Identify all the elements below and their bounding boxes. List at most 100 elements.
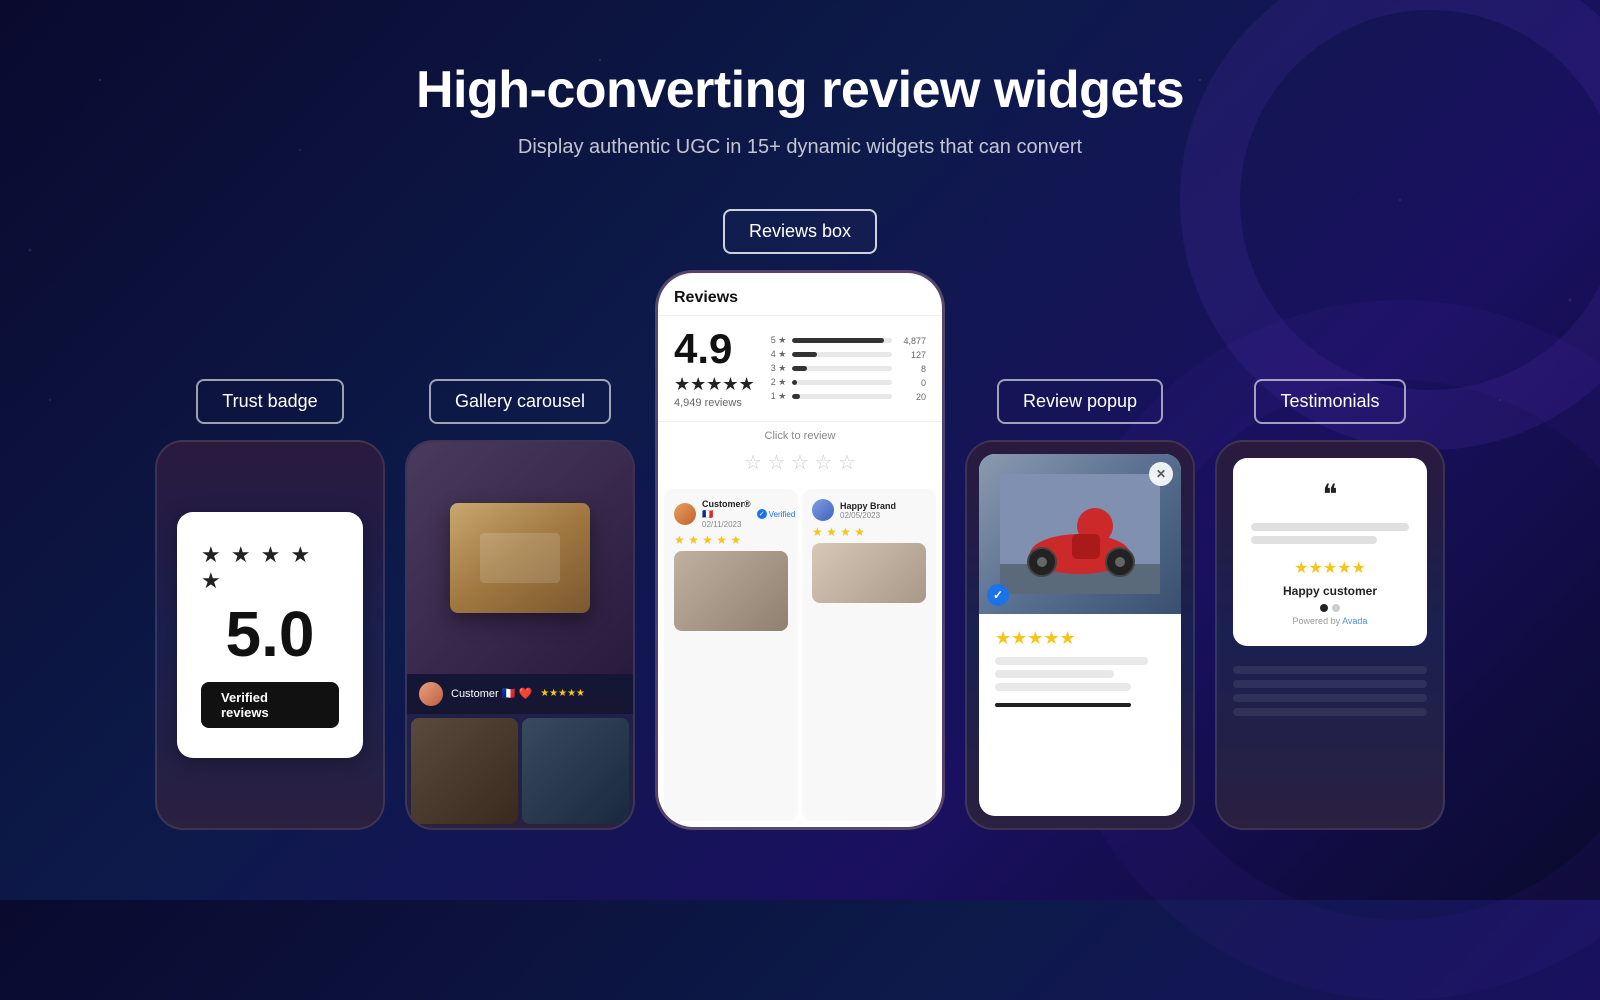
bg-line-1 — [1233, 666, 1427, 674]
testimonials-label[interactable]: Testimonials — [1254, 379, 1405, 424]
bar-num-1: 20 — [898, 392, 926, 402]
review-popup-label[interactable]: Review popup — [997, 379, 1163, 424]
testimonial-card: ❝ ★★★★★ Happy customer Powered by Ava — [1233, 458, 1427, 646]
reviews-stars-big: ★★★★★ — [674, 374, 755, 395]
reviews-header: Reviews — [658, 273, 942, 316]
bar-label-4: 4 ★ — [771, 349, 787, 360]
test-line-1 — [1251, 523, 1409, 531]
review-popup-phone: ✕ ✓ ★★★★★ — [965, 440, 1195, 830]
popup-line-1 — [995, 657, 1148, 665]
widget-testimonials: Testimonials ❝ ★★★★★ Happy customer — [1215, 379, 1445, 830]
bg-line-4 — [1233, 708, 1427, 716]
review-card-1: Customer® 🇫🇷 02/11/2023 Verified ★ ★ ★ ★… — [664, 489, 798, 821]
popup-card: ✕ ✓ ★★★★★ — [979, 454, 1181, 816]
gallery-bottom-bar: Customer 🇫🇷 ❤️ ★★★★★ — [407, 674, 633, 714]
reviews-list: Customer® 🇫🇷 02/11/2023 Verified ★ ★ ★ ★… — [658, 483, 942, 827]
bar-label-3: 3 ★ — [771, 363, 787, 374]
test-customer-name: Happy customer — [1251, 584, 1409, 598]
reviewer-date-2: 02/05/2023 — [840, 511, 896, 520]
box-label — [480, 533, 560, 583]
widgets-row: Trust badge ★ ★ ★ ★ ★ 5.0 Verified revie… — [0, 209, 1600, 830]
widget-gallery-carousel: Gallery carousel Customer 🇫🇷 ❤️ ★★★★★ — [405, 379, 635, 830]
verified-check-1: Verified — [757, 509, 796, 519]
bar-num-2: 0 — [898, 378, 926, 388]
test-dot-2 — [1332, 604, 1340, 612]
trust-stars: ★ ★ ★ ★ ★ — [201, 542, 339, 594]
gallery-thumbnails — [407, 714, 633, 828]
bar-fill-3 — [792, 366, 807, 371]
widget-trust-badge: Trust badge ★ ★ ★ ★ ★ 5.0 Verified revie… — [155, 379, 385, 830]
test-dot-1 — [1320, 604, 1328, 612]
bar-row-1: 1 ★ 20 — [771, 391, 926, 402]
trust-card: ★ ★ ★ ★ ★ 5.0 Verified reviews — [177, 512, 363, 758]
testimonials-phone: ❝ ★★★★★ Happy customer Powered by Ava — [1215, 440, 1445, 830]
gallery-main-image — [407, 442, 633, 674]
card-stars-1: ★ ★ ★ ★ ★ — [674, 533, 788, 547]
reviews-score-big: 4.9 — [674, 328, 755, 370]
review-card-2: Happy Brand 02/05/2023 ★ ★ ★ ★ — [802, 489, 936, 821]
test-dots — [1251, 604, 1409, 612]
bar-row-5: 5 ★ 4,877 — [771, 335, 926, 346]
bg-line-3 — [1233, 694, 1427, 702]
bar-fill-2 — [792, 380, 797, 385]
bar-label-2: 2 ★ — [771, 377, 787, 388]
reviews-box-content: Reviews 4.9 ★★★★★ 4,949 reviews 5 ★ — [658, 273, 942, 827]
page-subtitle: Display authentic UGC in 15+ dynamic wid… — [416, 136, 1184, 159]
trust-badge-phone: ★ ★ ★ ★ ★ 5.0 Verified reviews — [155, 440, 385, 830]
reviews-bars: 5 ★ 4,877 4 ★ 127 — [771, 328, 926, 409]
test-text-lines — [1251, 523, 1409, 544]
bar-label-5: 5 ★ — [771, 335, 787, 346]
testimonials-content: ❝ ★★★★★ Happy customer Powered by Ava — [1217, 442, 1443, 828]
reviewer-avatar-2 — [812, 499, 834, 521]
trust-badge-label[interactable]: Trust badge — [196, 379, 343, 424]
gallery-stars: ★★★★★ — [540, 688, 585, 699]
test-stars: ★★★★★ — [1251, 558, 1409, 578]
reviews-box-phone: Reviews 4.9 ★★★★★ 4,949 reviews 5 ★ — [655, 270, 945, 830]
widget-reviews-box: Reviews box Reviews 4.9 ★★★★★ 4,949 revi… — [655, 209, 945, 830]
moto-svg — [1000, 474, 1160, 594]
trust-score: 5.0 — [226, 602, 315, 666]
bar-row-3: 3 ★ 8 — [771, 363, 926, 374]
bg-line-2 — [1233, 680, 1427, 688]
popup-close-btn[interactable]: ✕ — [1149, 462, 1173, 486]
popup-line-3 — [995, 683, 1131, 691]
gallery-carousel-label[interactable]: Gallery carousel — [429, 379, 611, 424]
page-header: High-converting review widgets Display a… — [416, 60, 1184, 159]
box-image — [450, 503, 590, 613]
gallery-reviewer-name: Customer 🇫🇷 ❤️ — [451, 687, 532, 700]
popup-lines — [995, 657, 1165, 691]
popup-stars: ★★★★★ — [995, 628, 1165, 649]
bar-row-4: 4 ★ 127 — [771, 349, 926, 360]
widget-review-popup: Review popup — [965, 379, 1195, 830]
test-line-2 — [1251, 536, 1377, 544]
bar-num-4: 127 — [898, 350, 926, 360]
reviews-count: 4,949 reviews — [674, 397, 755, 409]
reviews-box-label[interactable]: Reviews box — [723, 209, 877, 254]
popup-line-2 — [995, 670, 1114, 678]
click-to-review[interactable]: Click to review — [658, 422, 942, 450]
bar-fill-5 — [792, 338, 884, 343]
powered-by: Powered by Avada — [1251, 616, 1409, 626]
popup-body: ★★★★★ — [979, 614, 1181, 816]
page-title: High-converting review widgets — [416, 60, 1184, 120]
empty-stars: ☆ ☆ ☆ ☆ ☆ — [658, 450, 942, 483]
review-photo-1 — [674, 551, 788, 631]
reviews-summary: 4.9 ★★★★★ 4,949 reviews 5 ★ 4,877 — [658, 316, 942, 422]
quote-icon: ❝ — [1251, 478, 1409, 511]
bar-fill-1 — [792, 394, 800, 399]
bar-row-2: 2 ★ 0 — [771, 377, 926, 388]
card-stars-2: ★ ★ ★ ★ — [812, 525, 926, 539]
gallery-reviewer-avatar — [419, 682, 443, 706]
gallery-thumb-1 — [411, 718, 518, 824]
gallery-carousel-phone: Customer 🇫🇷 ❤️ ★★★★★ — [405, 440, 635, 830]
review-popup-content: ✕ ✓ ★★★★★ — [967, 442, 1193, 828]
reviewer-name-1: Customer® 🇫🇷 — [702, 499, 751, 520]
verified-overlay: ✓ — [987, 584, 1009, 606]
popup-cta[interactable] — [995, 703, 1131, 707]
reviewer-name-2: Happy Brand — [840, 501, 896, 511]
bar-num-5: 4,877 — [898, 336, 926, 346]
bar-fill-4 — [792, 352, 817, 357]
gallery-thumb-2 — [522, 718, 629, 824]
bar-num-3: 8 — [898, 364, 926, 374]
review-photo-2 — [812, 543, 926, 603]
